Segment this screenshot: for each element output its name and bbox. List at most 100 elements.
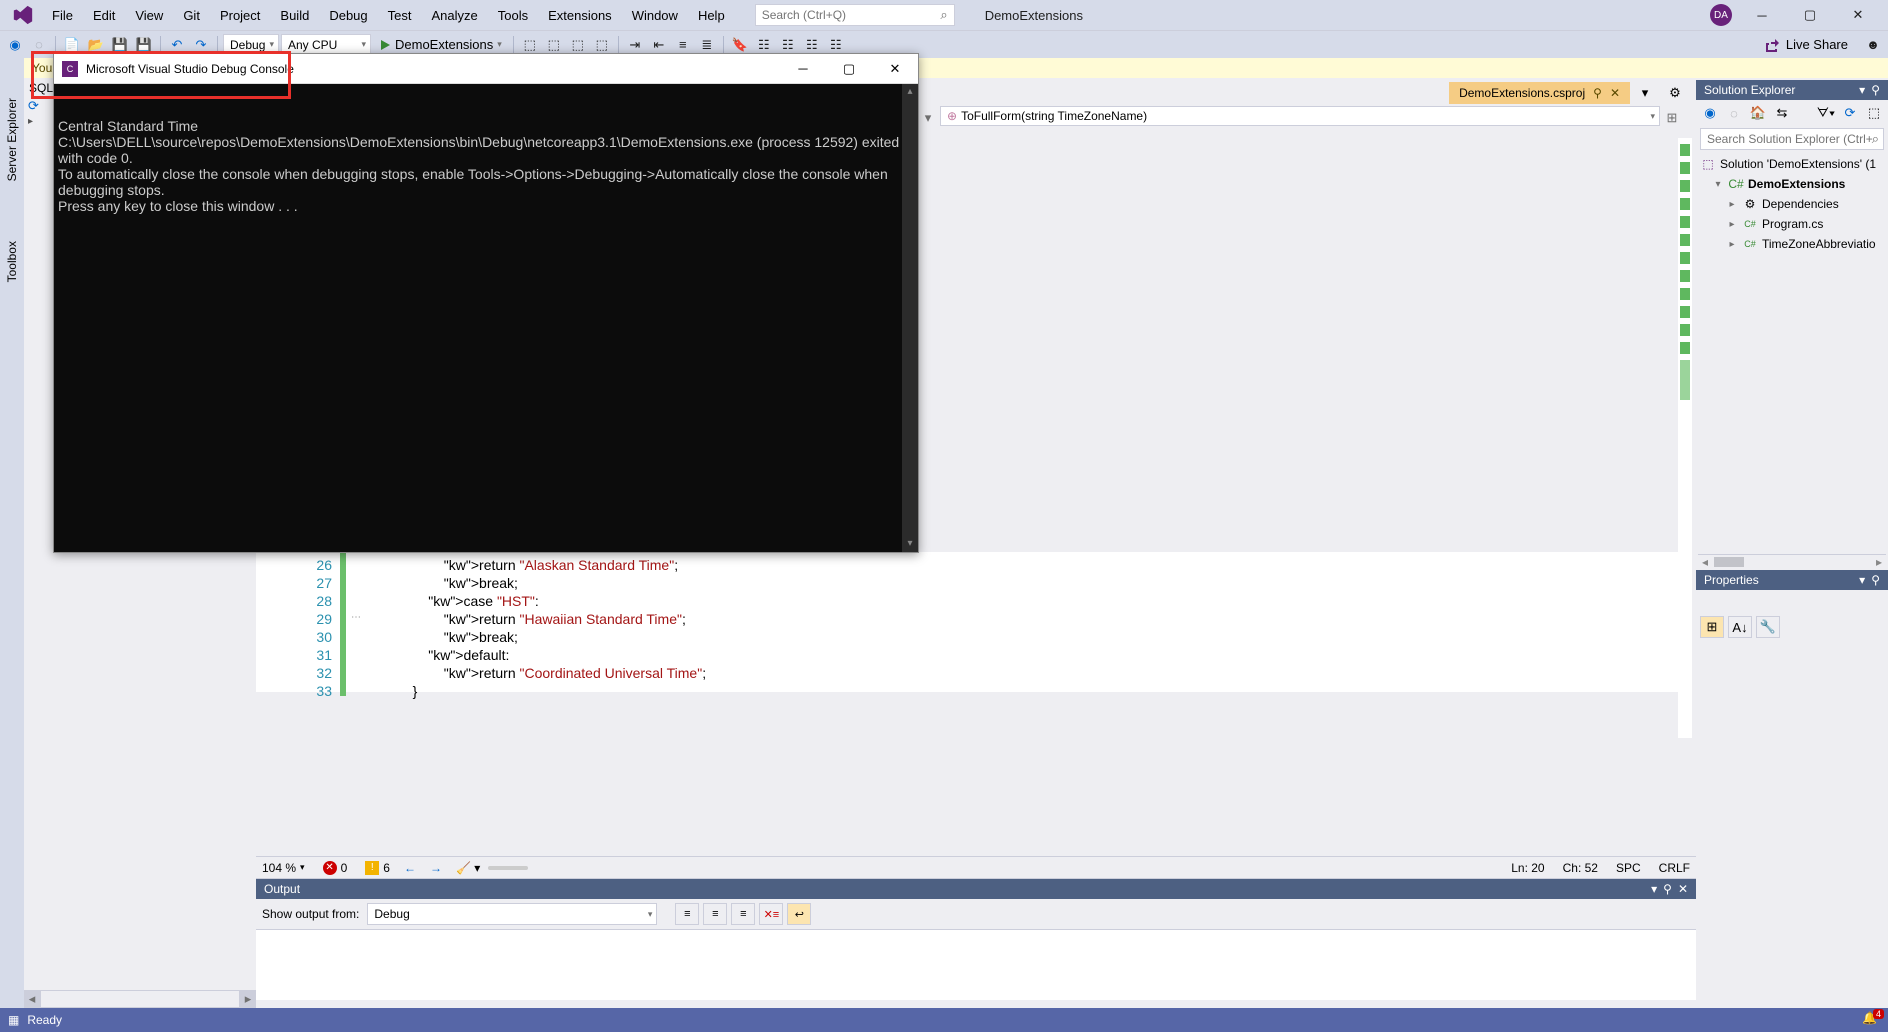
se-horizontal-scrollbar[interactable]: ◂ ▸ [1698, 554, 1886, 568]
start-debug-label: DemoExtensions [395, 37, 493, 52]
se-options-icon[interactable]: ▾ [1859, 83, 1865, 97]
cs-file-icon-2: C# [1742, 236, 1758, 252]
output-close-icon[interactable]: ✕ [1678, 882, 1688, 896]
props-wrench-button[interactable]: 🔧 [1756, 616, 1780, 638]
menu-analyze[interactable]: Analyze [421, 4, 487, 27]
live-share-icon [1764, 37, 1780, 53]
menu-edit[interactable]: Edit [83, 4, 125, 27]
output-btn-2[interactable]: ≡ [703, 903, 727, 925]
minimize-button[interactable]: ─ [1744, 3, 1780, 27]
tab-overflow-button[interactable]: ▾ [1630, 85, 1660, 101]
nav-next-issue[interactable]: → [430, 861, 442, 875]
notifications-button[interactable]: 🔔4 [1862, 1011, 1880, 1029]
status-icon: ▦ [8, 1013, 19, 1027]
console-app-icon: C [62, 61, 78, 77]
timezone-cs-node[interactable]: ▸ C# TimeZoneAbbreviatio [1698, 234, 1886, 254]
zoom-level[interactable]: 104 % ▾ [262, 861, 305, 875]
output-source-dropdown[interactable]: Debug [367, 903, 657, 925]
menu-tools[interactable]: Tools [488, 4, 538, 27]
solution-tree[interactable]: ⬚ Solution 'DemoExtensions' (1 ▾ C# Demo… [1696, 152, 1888, 570]
props-alpha-button[interactable]: A↓ [1728, 616, 1752, 638]
solution-node[interactable]: ⬚ Solution 'DemoExtensions' (1 [1698, 154, 1886, 174]
solution-explorer-search[interactable]: ⌕ [1700, 128, 1884, 150]
menu-view[interactable]: View [125, 4, 173, 27]
se-filter-icon[interactable]: ᗊ▾ [1816, 103, 1836, 123]
se-search-input[interactable] [1707, 132, 1877, 146]
output-btn-1[interactable]: ≡ [675, 903, 699, 925]
maximize-button[interactable]: ▢ [1792, 3, 1828, 27]
close-tab-icon[interactable]: ✕ [1610, 86, 1620, 100]
feedback-button[interactable]: ☻ [1862, 34, 1884, 56]
split-editor-button[interactable]: ⊞ [1662, 106, 1682, 130]
menu-debug[interactable]: Debug [319, 4, 377, 27]
refresh-icon[interactable]: ⟳ [28, 98, 39, 114]
collapse-icon[interactable]: ▸ [28, 116, 33, 127]
build-health-icon[interactable]: 🧹 ▾ [456, 861, 480, 875]
console-titlebar[interactable]: C Microsoft Visual Studio Debug Console … [54, 54, 918, 84]
server-explorer-tab[interactable]: Server Explorer [5, 98, 19, 181]
se-back-icon[interactable]: ◉ [1700, 103, 1720, 123]
pin-icon[interactable]: ⚲ [1593, 86, 1602, 100]
code-editor-text[interactable]: "kw">return "Alaskan Standard Time"; "kw… [366, 552, 1682, 692]
props-pin-icon[interactable]: ⚲ [1871, 573, 1880, 587]
output-clear-button[interactable]: ✕≡ [759, 903, 783, 925]
warning-count[interactable]: !6 [365, 861, 390, 875]
global-search-input[interactable] [762, 8, 948, 22]
menu-git[interactable]: Git [173, 4, 210, 27]
menu-build[interactable]: Build [270, 4, 319, 27]
member-navigation-combo[interactable]: ⊕ ToFullForm(string TimeZoneName) [940, 106, 1660, 126]
live-share-button[interactable]: Live Share [1764, 37, 1860, 53]
se-sync-icon[interactable]: ⇆ [1772, 103, 1792, 123]
document-tab[interactable]: DemoExtensions.csproj ⚲ ✕ [1449, 82, 1630, 104]
project-node[interactable]: ▾ C# DemoExtensions [1698, 174, 1886, 194]
menu-help[interactable]: Help [688, 4, 735, 27]
se-refresh-icon[interactable]: ⟳ [1840, 103, 1860, 123]
props-options-icon[interactable]: ▾ [1859, 573, 1865, 587]
menu-extensions[interactable]: Extensions [538, 4, 622, 27]
dependencies-node[interactable]: ▸ ⚙ Dependencies [1698, 194, 1886, 214]
cursor-line: Ln: 20 [1511, 861, 1544, 875]
console-output[interactable]: Central Standard TimeC:\Users\DELL\sourc… [54, 84, 918, 552]
se-pin-icon[interactable]: ⚲ [1871, 83, 1880, 97]
indent-mode[interactable]: SPC [1616, 861, 1641, 875]
program-cs-node[interactable]: ▸ C# Program.cs [1698, 214, 1886, 234]
nav-combo-left-chevron[interactable]: ▾ [918, 106, 938, 130]
output-text[interactable] [256, 930, 1696, 1000]
line-ending[interactable]: CRLF [1659, 861, 1690, 875]
user-avatar[interactable]: DA [1710, 4, 1732, 26]
solution-explorer-title: Solution Explorer ▾ ⚲ [1696, 80, 1888, 100]
output-wrap-button[interactable]: ↩ [787, 903, 811, 925]
toolbox-tab[interactable]: Toolbox [5, 241, 19, 282]
menu-bar: FileEditViewGitProjectBuildDebugTestAnal… [0, 0, 1888, 30]
se-home-icon[interactable]: 🏠 [1748, 103, 1768, 123]
nav-back-button[interactable]: ◉ [4, 34, 26, 56]
menu-window[interactable]: Window [622, 4, 688, 27]
console-scrollbar[interactable]: ▴▾ [902, 84, 918, 552]
csproj-icon: C# [1728, 176, 1744, 192]
search-icon: ⌕ [940, 7, 947, 23]
console-minimize-button[interactable]: ─ [780, 54, 826, 84]
menu-file[interactable]: File [42, 4, 83, 27]
tab-settings-button[interactable]: ⚙ [1660, 85, 1690, 101]
menu-test[interactable]: Test [378, 4, 422, 27]
se-showall-icon[interactable]: ⬚ [1864, 103, 1884, 123]
error-count[interactable]: ✕0 [323, 861, 348, 875]
left-horizontal-scrollbar[interactable]: ◂▸ [24, 990, 256, 1008]
props-categorized-button[interactable]: ⊞ [1700, 616, 1724, 638]
nav-prev-issue[interactable]: ← [404, 861, 416, 875]
output-options-icon[interactable]: ▾ [1651, 882, 1657, 896]
dependencies-icon: ⚙ [1742, 196, 1758, 212]
nav-fwd-button[interactable]: ◌ [28, 34, 50, 56]
console-close-button[interactable]: ✕ [872, 54, 918, 84]
properties-panel-title: Properties ▾ ⚲ [1696, 570, 1888, 590]
close-button[interactable]: ✕ [1840, 3, 1876, 27]
global-search[interactable]: ⌕ [755, 4, 955, 26]
health-bar [488, 866, 528, 870]
vs-logo-icon [12, 4, 34, 26]
output-pin-icon[interactable]: ⚲ [1663, 882, 1672, 896]
console-maximize-button[interactable]: ▢ [826, 54, 872, 84]
output-btn-3[interactable]: ≡ [731, 903, 755, 925]
menu-project[interactable]: Project [210, 4, 270, 27]
collapse-toggle[interactable]: ⋯ [346, 552, 366, 692]
se-fwd-icon[interactable]: ◌ [1724, 103, 1744, 123]
